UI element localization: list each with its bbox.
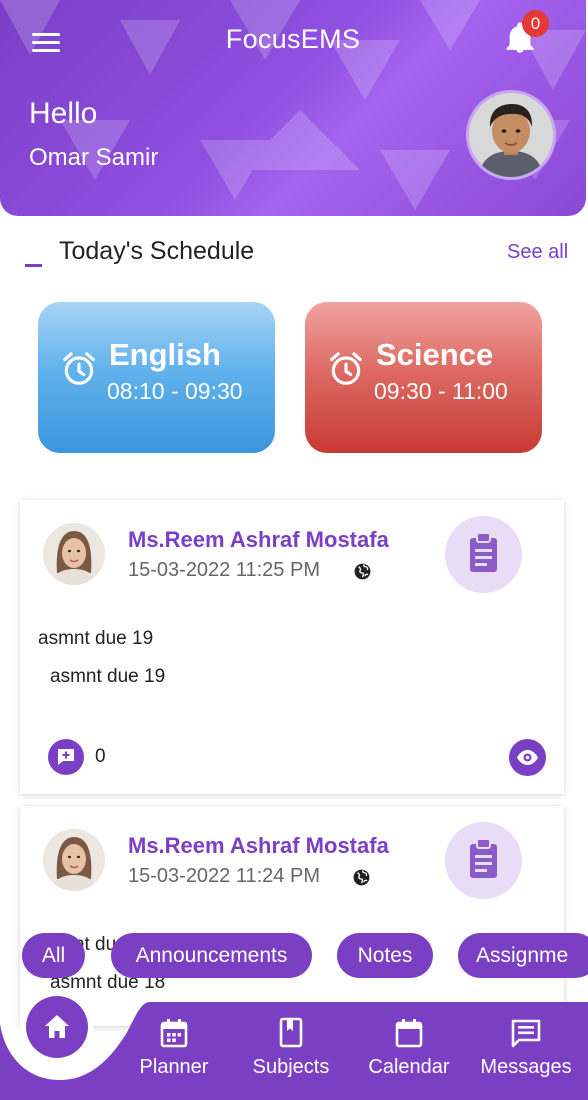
message-icon (511, 1019, 541, 1048)
post-card[interactable]: Ms.Reem Ashraf Mostafa 15-03-2022 11:24 … (20, 806, 564, 1026)
alarm-clock-icon (330, 352, 362, 385)
class-card-english[interactable]: English 08:10 - 09:30 (38, 302, 275, 453)
teacher-avatar-image (43, 829, 105, 891)
filter-chip-announcements[interactable]: Announcements (111, 933, 312, 978)
filter-chip-notes[interactable]: Notes (337, 933, 433, 978)
nav-label: Planner (139, 1056, 209, 1078)
home-icon (45, 1015, 69, 1038)
class-time: 09:30 - 11:00 (374, 378, 508, 404)
class-subject: Science (376, 337, 494, 372)
post-type-badge (445, 822, 522, 899)
class-card-science[interactable]: Science 09:30 - 11:00 (305, 302, 542, 453)
book-icon (279, 1017, 303, 1048)
teacher-avatar (43, 829, 105, 891)
nav-subjects[interactable]: Subjects (241, 1016, 341, 1100)
globe-icon (354, 563, 371, 580)
user-avatar[interactable] (466, 90, 556, 180)
alarm-clock-icon (63, 352, 95, 385)
nav-label: Messages (480, 1056, 572, 1078)
nav-label: Calendar (368, 1056, 450, 1078)
clipboard-icon (470, 838, 497, 878)
see-all-link[interactable]: See all (507, 241, 568, 264)
greeting: Hello (29, 97, 98, 130)
post-date: 15-03-2022 11:25 PM (128, 559, 320, 581)
class-subject: English (109, 337, 221, 372)
post-body: asmnt due 19 (50, 666, 166, 687)
post-type-badge (445, 516, 522, 593)
user-avatar-image (469, 93, 553, 177)
post-title: asmnt due 19 (38, 628, 154, 649)
nav-messages[interactable]: Messages (476, 1016, 576, 1100)
nav-calendar[interactable]: Calendar (359, 1016, 459, 1100)
user-name: Omar Samir (29, 144, 159, 171)
home-button[interactable] (26, 996, 88, 1058)
clipboard-icon (470, 532, 497, 572)
nav-planner[interactable]: Planner (124, 1016, 224, 1100)
filter-chip-assignments[interactable]: Assignme (458, 933, 588, 978)
schedule-title: Today's Schedule (59, 237, 255, 265)
globe-icon (353, 869, 370, 886)
post-author[interactable]: Ms.Reem Ashraf Mostafa (128, 527, 389, 553)
planner-icon (160, 1019, 188, 1048)
post-date: 15-03-2022 11:24 PM (128, 865, 320, 887)
teacher-avatar (43, 523, 105, 585)
view-post-button[interactable] (509, 739, 546, 776)
calendar-icon (395, 1019, 423, 1048)
post-author[interactable]: Ms.Reem Ashraf Mostafa (128, 833, 389, 859)
add-comment-icon (58, 749, 74, 765)
section-marker (25, 264, 42, 267)
class-time: 08:10 - 09:30 (107, 378, 243, 404)
teacher-avatar-image (43, 523, 105, 585)
filter-chip-all[interactable]: All (22, 933, 85, 978)
post-card[interactable]: Ms.Reem Ashraf Mostafa 15-03-2022 11:25 … (20, 500, 564, 794)
header: FocusEMS 0 Hello Omar Samir (0, 0, 586, 216)
app-screen: FocusEMS 0 Hello Omar Samir Today's Sche… (0, 0, 588, 1100)
comment-count: 0 (95, 746, 106, 767)
app-title: FocusEMS (225, 24, 361, 54)
nav-label: Subjects (252, 1056, 330, 1078)
add-comment-button[interactable] (48, 739, 84, 775)
notification-badge: 0 (522, 10, 549, 37)
eye-icon (517, 750, 538, 765)
